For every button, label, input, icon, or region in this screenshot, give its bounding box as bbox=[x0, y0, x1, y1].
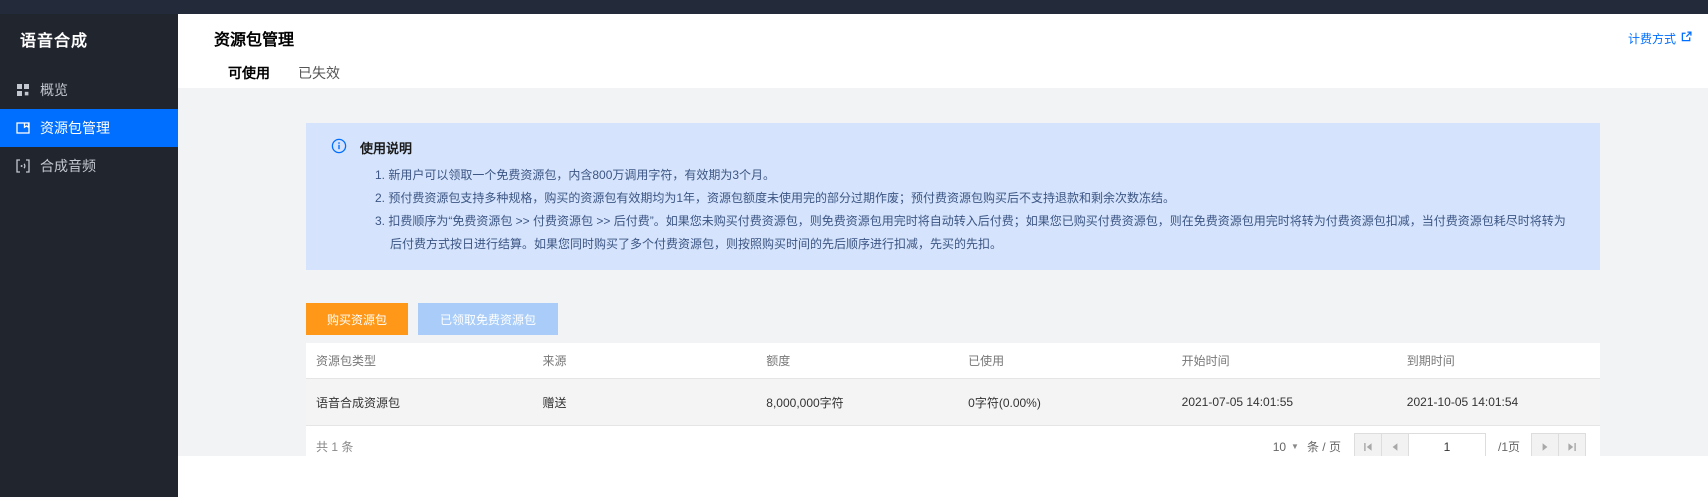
next-page-icon bbox=[1540, 442, 1550, 452]
info-icon bbox=[331, 138, 347, 157]
prev-page-icon bbox=[1390, 442, 1400, 452]
product-title: 语音合成 bbox=[0, 14, 178, 71]
free-package-claimed-button[interactable]: 已领取免费资源包 bbox=[418, 303, 558, 335]
sidebar-item-label: 资源包管理 bbox=[40, 118, 110, 138]
cell-used: 0字符(0.00%) bbox=[958, 394, 1172, 411]
grid-icon bbox=[16, 83, 30, 97]
external-link-icon bbox=[1681, 31, 1692, 45]
tab-bar: 可使用 已失效 bbox=[214, 55, 1692, 92]
last-page-icon bbox=[1567, 442, 1577, 452]
notice-item-3: 3. 扣费顺序为“免费资源包 >> 付费资源包 >> 后付费”。如果您未购买付费… bbox=[375, 210, 1576, 256]
total-pages-label: /1页 bbox=[1486, 438, 1532, 455]
column-header-quota: 额度 bbox=[756, 352, 958, 369]
audio-icon bbox=[16, 159, 30, 173]
billing-link-label: 计费方式 bbox=[1628, 30, 1676, 47]
sidebar-item-label: 概览 bbox=[40, 80, 68, 100]
column-header-type: 资源包类型 bbox=[306, 352, 532, 369]
notice-title: 使用说明 bbox=[360, 138, 412, 157]
dropdown-caret-icon: ▼ bbox=[1291, 442, 1299, 451]
sidebar: 语音合成 概览 资源包管理 bbox=[0, 14, 178, 497]
page-title: 资源包管理 bbox=[214, 26, 294, 50]
sidebar-item-overview[interactable]: 概览 bbox=[0, 71, 178, 109]
resource-package-table: 资源包类型 来源 额度 已使用 开始时间 到期时间 语音合成资源包 赠送 8,0… bbox=[306, 343, 1600, 467]
billing-link[interactable]: 计费方式 bbox=[1628, 30, 1692, 47]
cell-package-type: 语音合成资源包 bbox=[306, 394, 532, 411]
column-header-expire: 到期时间 bbox=[1397, 352, 1600, 369]
column-header-source: 来源 bbox=[532, 352, 756, 369]
buy-package-button[interactable]: 购买资源包 bbox=[306, 303, 408, 335]
total-count-text: 共 1 条 bbox=[316, 438, 353, 455]
column-header-used: 已使用 bbox=[958, 352, 1172, 369]
top-bar bbox=[0, 0, 1708, 14]
package-icon bbox=[16, 121, 30, 135]
table-header-row: 资源包类型 来源 额度 已使用 开始时间 到期时间 bbox=[306, 343, 1600, 379]
usage-notice-banner: 使用说明 1. 新用户可以领取一个免费资源包，内含800万调用字符，有效期为3个… bbox=[306, 123, 1600, 270]
notice-item-2: 2. 预付费资源包支持多种规格，购买的资源包有效期均为1年，资源包额度未使用完的… bbox=[375, 187, 1576, 210]
per-page-label: 条 / 页 bbox=[1307, 438, 1341, 455]
page-size-select[interactable]: 10 ▼ bbox=[1273, 440, 1299, 454]
content-header: 资源包管理 计费方式 可使用 已失效 bbox=[178, 14, 1708, 88]
first-page-icon bbox=[1363, 442, 1373, 452]
bottom-strip bbox=[178, 456, 1708, 497]
content-body: 使用说明 1. 新用户可以领取一个免费资源包，内含800万调用字符，有效期为3个… bbox=[178, 88, 1708, 456]
sidebar-item-resource-packages[interactable]: 资源包管理 bbox=[0, 109, 178, 147]
cell-expire-time: 2021-10-05 14:01:54 bbox=[1397, 395, 1600, 409]
cell-quota: 8,000,000字符 bbox=[756, 394, 958, 411]
tab-expired[interactable]: 已失效 bbox=[284, 55, 354, 92]
sidebar-item-synth-audio[interactable]: 合成音频 bbox=[0, 147, 178, 185]
sidebar-item-label: 合成音频 bbox=[40, 156, 96, 176]
notice-item-1: 1. 新用户可以领取一个免费资源包，内含800万调用字符，有效期为3个月。 bbox=[375, 164, 1576, 187]
tab-usable[interactable]: 可使用 bbox=[214, 55, 284, 92]
cell-source: 赠送 bbox=[532, 394, 756, 411]
cell-start-time: 2021-07-05 14:01:55 bbox=[1172, 395, 1397, 409]
page-size-value: 10 bbox=[1273, 440, 1286, 454]
table-row: 语音合成资源包 赠送 8,000,000字符 0字符(0.00%) 2021-0… bbox=[306, 379, 1600, 425]
column-header-start: 开始时间 bbox=[1172, 352, 1397, 369]
